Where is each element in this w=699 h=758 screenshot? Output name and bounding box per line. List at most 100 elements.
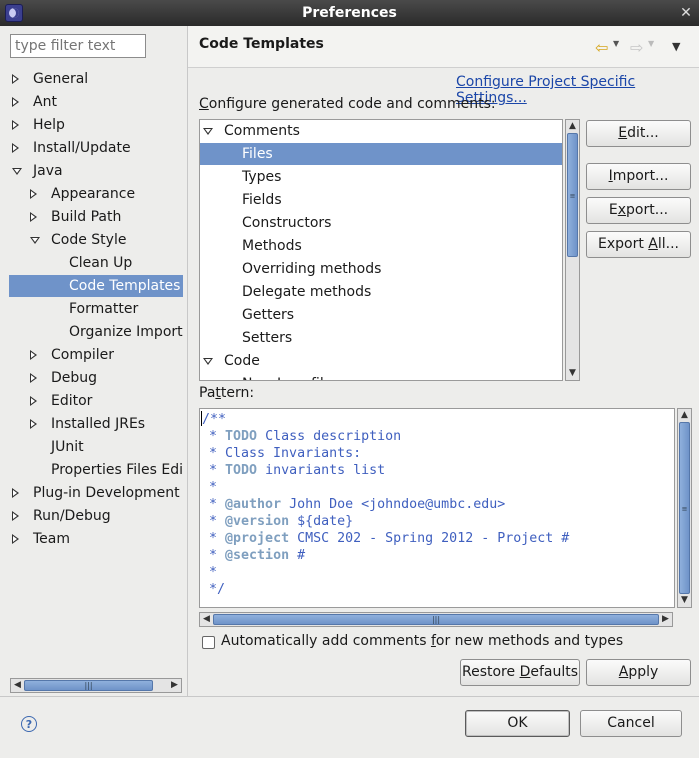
collapse-arrow-icon[interactable] bbox=[30, 373, 37, 383]
javadoc-text: * bbox=[201, 548, 226, 563]
tree-item[interactable]: Plug-in Development bbox=[8, 482, 183, 504]
filter-input[interactable] bbox=[10, 34, 146, 58]
chevron-down-icon[interactable]: ▼ bbox=[613, 39, 619, 48]
tree-item[interactable]: Install/Update bbox=[8, 137, 183, 159]
back-arrow-icon[interactable]: ⇦ bbox=[595, 38, 608, 57]
tree-item-label: Code Style bbox=[51, 232, 127, 248]
collapse-arrow-icon[interactable] bbox=[12, 511, 19, 521]
import-button[interactable]: Import... bbox=[586, 163, 691, 190]
cancel-button[interactable]: Cancel bbox=[580, 710, 682, 737]
pattern-editor[interactable]: /** * TODO Class description * Class Inv… bbox=[199, 408, 675, 608]
tree-item[interactable]: Java bbox=[8, 160, 183, 182]
tree-item[interactable]: Debug bbox=[8, 367, 183, 389]
collapse-arrow-icon[interactable] bbox=[12, 488, 19, 498]
collapse-arrow-icon[interactable] bbox=[30, 189, 37, 199]
collapse-arrow-icon[interactable] bbox=[12, 143, 19, 153]
view-menu-icon[interactable]: ▼ bbox=[672, 40, 680, 53]
tree-item[interactable]: JUnit bbox=[8, 436, 183, 458]
auto-comments-checkbox[interactable] bbox=[202, 636, 215, 649]
template-item[interactable]: Setters bbox=[200, 327, 562, 349]
collapse-arrow-icon[interactable] bbox=[12, 97, 19, 107]
tree-item[interactable]: Run/Debug bbox=[8, 505, 183, 527]
page-title: Code Templates bbox=[199, 36, 324, 52]
tree-item[interactable]: Compiler bbox=[8, 344, 183, 366]
footer-separator bbox=[0, 696, 699, 697]
expand-arrow-icon[interactable] bbox=[203, 358, 213, 365]
template-item[interactable]: Types bbox=[200, 166, 562, 188]
tree-item[interactable]: Clean Up bbox=[8, 252, 183, 274]
javadoc-tag: @project bbox=[225, 531, 290, 546]
scroll-right-icon[interactable]: ▶ bbox=[168, 679, 181, 692]
help-icon[interactable]: ? bbox=[21, 716, 37, 732]
tree-item[interactable]: Help bbox=[8, 114, 183, 136]
tree-item-label: Help bbox=[33, 117, 65, 133]
expand-arrow-icon[interactable] bbox=[30, 237, 40, 244]
templates-tree[interactable]: Comments Files Types Fields Constructors Meth… bbox=[199, 119, 563, 381]
ok-button[interactable]: OK bbox=[465, 710, 570, 737]
template-item[interactable]: New Java files bbox=[200, 373, 562, 380]
template-item[interactable]: Overriding methods bbox=[200, 258, 562, 280]
tree-item-label: Compiler bbox=[51, 347, 115, 363]
tree-item[interactable]: Installed JREs bbox=[8, 413, 183, 435]
tree-item[interactable]: Code Templates bbox=[9, 275, 183, 297]
restore-defaults-button[interactable]: Restore Defaults bbox=[460, 659, 580, 686]
template-item[interactable]: Comments bbox=[200, 120, 562, 142]
pattern-horizontal-scrollbar[interactable]: ◀ ||| ▶ bbox=[199, 612, 673, 627]
tree-item[interactable]: Code Style bbox=[8, 229, 183, 251]
close-icon[interactable]: ✕ bbox=[677, 4, 695, 22]
template-item[interactable]: Constructors bbox=[200, 212, 562, 234]
pattern-line: */ bbox=[201, 581, 674, 598]
export-all-button[interactable]: Export All... bbox=[586, 231, 691, 258]
templates-vertical-scrollbar[interactable]: ▲ ≡ ▼ bbox=[565, 119, 580, 381]
javadoc-text: * bbox=[201, 531, 226, 546]
collapse-arrow-icon[interactable] bbox=[12, 74, 19, 84]
tree-item-label: Files bbox=[242, 146, 273, 162]
tree-item[interactable]: Properties Files Edit bbox=[8, 459, 183, 481]
template-item[interactable]: Files bbox=[200, 143, 562, 165]
collapse-arrow-icon[interactable] bbox=[12, 534, 19, 544]
pattern-vertical-scrollbar[interactable]: ▲ ≡ ▼ bbox=[677, 408, 692, 608]
collapse-arrow-icon[interactable] bbox=[30, 350, 37, 360]
tree-item[interactable]: General bbox=[8, 68, 183, 90]
scroll-right-icon[interactable]: ▶ bbox=[659, 613, 672, 626]
chevron-down-icon[interactable]: ▼ bbox=[648, 39, 654, 48]
scroll-down-icon[interactable]: ▼ bbox=[566, 367, 579, 380]
scrollbar-thumb[interactable]: ||| bbox=[213, 614, 659, 625]
expand-arrow-icon[interactable] bbox=[12, 168, 22, 175]
template-item[interactable]: Methods bbox=[200, 235, 562, 257]
preferences-tree[interactable]: General Ant Help Install/Update Java Appearan… bbox=[8, 66, 183, 676]
tree-horizontal-scrollbar[interactable]: ◀ ||| ▶ bbox=[10, 678, 182, 693]
scrollbar-thumb[interactable]: ||| bbox=[24, 680, 153, 691]
template-item[interactable]: Delegate methods bbox=[200, 281, 562, 303]
scroll-up-icon[interactable]: ▲ bbox=[566, 120, 579, 133]
tree-item[interactable]: Formatter bbox=[8, 298, 183, 320]
tree-item[interactable]: Team bbox=[8, 528, 183, 550]
scroll-left-icon[interactable]: ◀ bbox=[200, 613, 213, 626]
tree-item[interactable]: Organize Imports bbox=[8, 321, 183, 343]
collapse-arrow-icon[interactable] bbox=[30, 212, 37, 222]
apply-button[interactable]: Apply bbox=[586, 659, 691, 686]
scrollbar-thumb[interactable]: ≡ bbox=[567, 133, 578, 257]
auto-comments-label[interactable]: Automatically add comments for new metho… bbox=[221, 633, 623, 649]
pane-divider[interactable] bbox=[187, 26, 188, 696]
collapse-arrow-icon[interactable] bbox=[30, 396, 37, 406]
export-button[interactable]: Export... bbox=[586, 197, 691, 224]
tree-item[interactable]: Build Path bbox=[8, 206, 183, 228]
edit-button[interactable]: Edit... bbox=[586, 120, 691, 147]
expand-arrow-icon[interactable] bbox=[203, 128, 213, 135]
template-item[interactable]: Code bbox=[200, 350, 562, 372]
todo-marker: TODO bbox=[225, 429, 258, 444]
template-item[interactable]: Getters bbox=[200, 304, 562, 326]
collapse-arrow-icon[interactable] bbox=[12, 120, 19, 130]
javadoc-tag: @author bbox=[225, 497, 282, 512]
tree-item[interactable]: Editor bbox=[8, 390, 183, 412]
tree-item[interactable]: Ant bbox=[8, 91, 183, 113]
collapse-arrow-icon[interactable] bbox=[30, 419, 37, 429]
tree-item[interactable]: Appearance bbox=[8, 183, 183, 205]
scrollbar-thumb[interactable]: ≡ bbox=[679, 422, 690, 594]
scroll-up-icon[interactable]: ▲ bbox=[678, 409, 691, 422]
scroll-left-icon[interactable]: ◀ bbox=[11, 679, 24, 692]
scroll-down-icon[interactable]: ▼ bbox=[678, 594, 691, 607]
forward-arrow-icon[interactable]: ⇨ bbox=[630, 38, 643, 57]
template-item[interactable]: Fields bbox=[200, 189, 562, 211]
